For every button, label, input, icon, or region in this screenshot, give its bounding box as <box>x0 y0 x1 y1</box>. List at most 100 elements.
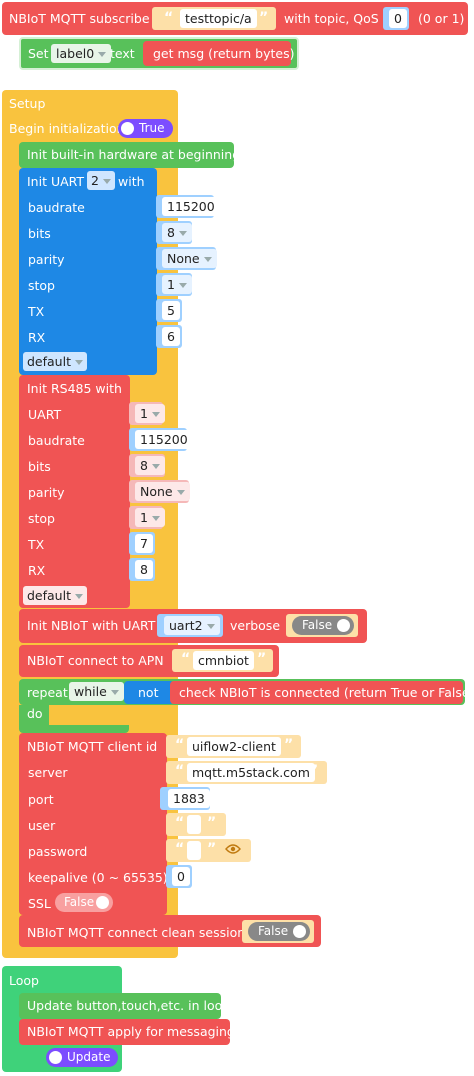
rs485-rx-field[interactable]: 8 <box>135 560 153 579</box>
rs485-stop-value: 1 <box>140 510 148 525</box>
rs485-baudrate-field[interactable]: 115200 <box>135 430 193 449</box>
uart-number-value: 2 <box>91 173 99 188</box>
qos-field[interactable]: 0 <box>389 9 407 28</box>
uart-bits-select[interactable]: 8 <box>162 223 192 242</box>
open-quote-icon: “ <box>164 10 174 26</box>
chevron-down-icon <box>206 624 215 629</box>
qos-hint-label: (0 or 1) <box>418 11 465 26</box>
repeat-mode-value: while <box>74 684 107 699</box>
password-field[interactable] <box>187 841 201 860</box>
rs485-uart-value: 1 <box>140 406 148 421</box>
client-id-field[interactable]: uiflow2-client <box>187 737 281 756</box>
setup-title: Setup <box>9 96 46 111</box>
chevron-down-icon <box>203 257 212 262</box>
rs485-bits-select[interactable]: 8 <box>135 456 165 475</box>
uart-number-select[interactable]: 2 <box>87 171 115 190</box>
uart-rx-label: RX <box>28 330 46 345</box>
ssl-label: SSL <box>28 896 51 911</box>
uart-parity-value: None <box>167 251 200 266</box>
rs485-tx-field[interactable]: 7 <box>135 534 153 553</box>
subscribe-label: NBIoT MQTT subscribe <box>9 11 150 26</box>
chevron-down-icon <box>151 516 160 521</box>
toggle-knob <box>49 1051 62 1064</box>
uart-mode-select[interactable]: default <box>23 352 87 371</box>
set-label: Set <box>28 46 49 61</box>
repeat-mode-select[interactable]: while <box>69 682 124 701</box>
chevron-down-icon <box>176 490 185 495</box>
user-label: user <box>28 818 56 833</box>
port-field[interactable]: 1883 <box>168 789 210 808</box>
chevron-down-icon <box>74 594 83 599</box>
label-select[interactable]: label0 <box>51 44 112 63</box>
chevron-down-icon <box>98 52 107 57</box>
open-quote-icon: “ <box>181 651 191 667</box>
do-label: do <box>27 706 43 721</box>
verbose-label: verbose <box>230 618 281 633</box>
clean-session-value: False <box>258 924 289 938</box>
rs485-mode-value: default <box>27 588 71 603</box>
rs485-stop-label: stop <box>28 511 55 526</box>
uart-parity-label: parity <box>28 252 65 267</box>
keepalive-label: keepalive (0 ~ 65535) <box>28 870 168 885</box>
close-quote-icon: ” <box>207 841 217 857</box>
text-label: text <box>110 46 135 61</box>
eye-icon[interactable] <box>225 843 241 855</box>
uart-bits-value: 8 <box>167 225 175 240</box>
ssl-value: False <box>64 895 95 909</box>
server-field[interactable]: mqtt.m5stack.com <box>187 763 315 782</box>
rs485-baudrate-label: baudrate <box>28 433 85 448</box>
chevron-down-icon <box>74 360 83 365</box>
port-label: port <box>28 792 54 807</box>
topic-field[interactable]: testtopic/a <box>180 9 257 28</box>
uart-tx-label: TX <box>28 304 45 319</box>
init-nbiot-label: Init NBIoT with UART <box>27 618 156 633</box>
chevron-down-icon <box>102 179 111 184</box>
close-quote-icon: ” <box>284 737 294 753</box>
nbiot-uart-value: uart2 <box>169 618 203 633</box>
loop-update-toggle[interactable]: Update <box>46 1048 118 1067</box>
ssl-toggle[interactable]: False <box>55 893 113 912</box>
uart-parity-select[interactable]: None <box>162 249 217 268</box>
chevron-down-icon <box>178 231 187 236</box>
rs485-stop-select[interactable]: 1 <box>135 508 165 527</box>
repeat-bottom-bar <box>19 725 129 733</box>
rs485-uart-select[interactable]: 1 <box>135 404 165 423</box>
verbose-toggle[interactable]: False <box>292 616 354 635</box>
apn-field[interactable]: cmnbiot <box>193 651 254 670</box>
uart-baudrate-field[interactable]: 115200 <box>162 197 220 216</box>
server-label: server <box>28 765 68 780</box>
rs485-rx-label: RX <box>28 563 46 578</box>
uart-baudrate-label: baudrate <box>28 200 85 215</box>
uart-stop-select[interactable]: 1 <box>162 275 192 294</box>
verbose-value: False <box>302 618 333 632</box>
chevron-down-icon <box>151 464 160 469</box>
chevron-down-icon <box>151 412 160 417</box>
repeat-label: repeat <box>27 685 68 700</box>
label-select-value: label0 <box>56 46 95 61</box>
close-quote-icon: ” <box>259 10 269 26</box>
user-field[interactable] <box>187 815 201 834</box>
keepalive-field[interactable]: 0 <box>172 867 190 886</box>
toggle-knob <box>121 122 134 135</box>
init-rs485-label: Init RS485 with <box>27 381 122 396</box>
rs485-parity-select[interactable]: None <box>135 482 190 501</box>
clean-session-label: NBIoT MQTT connect clean session <box>27 925 246 940</box>
uart-rx-field[interactable]: 6 <box>162 327 180 346</box>
init-uart-label: Init UART <box>27 174 85 189</box>
open-quote-icon: “ <box>175 737 185 753</box>
begin-init-toggle[interactable]: True <box>118 119 173 138</box>
uart-mode-value: default <box>27 354 71 369</box>
begin-init-label: Begin initialization <box>9 121 125 136</box>
nbiot-uart-select[interactable]: uart2 <box>164 616 220 635</box>
chevron-down-icon <box>110 690 119 695</box>
uart-with-label: with <box>118 174 145 189</box>
open-quote-icon: “ <box>175 763 185 779</box>
rs485-mode-select[interactable]: default <box>23 586 87 605</box>
close-quote-icon: ” <box>257 651 267 667</box>
rs485-bits-label: bits <box>28 459 51 474</box>
rs485-parity-value: None <box>140 484 173 499</box>
uart-tx-field[interactable]: 5 <box>162 301 180 320</box>
clean-session-toggle[interactable]: False <box>248 922 310 941</box>
with-topic-qos-label: with topic, QoS <box>284 11 379 26</box>
uart-bits-label: bits <box>28 226 51 241</box>
